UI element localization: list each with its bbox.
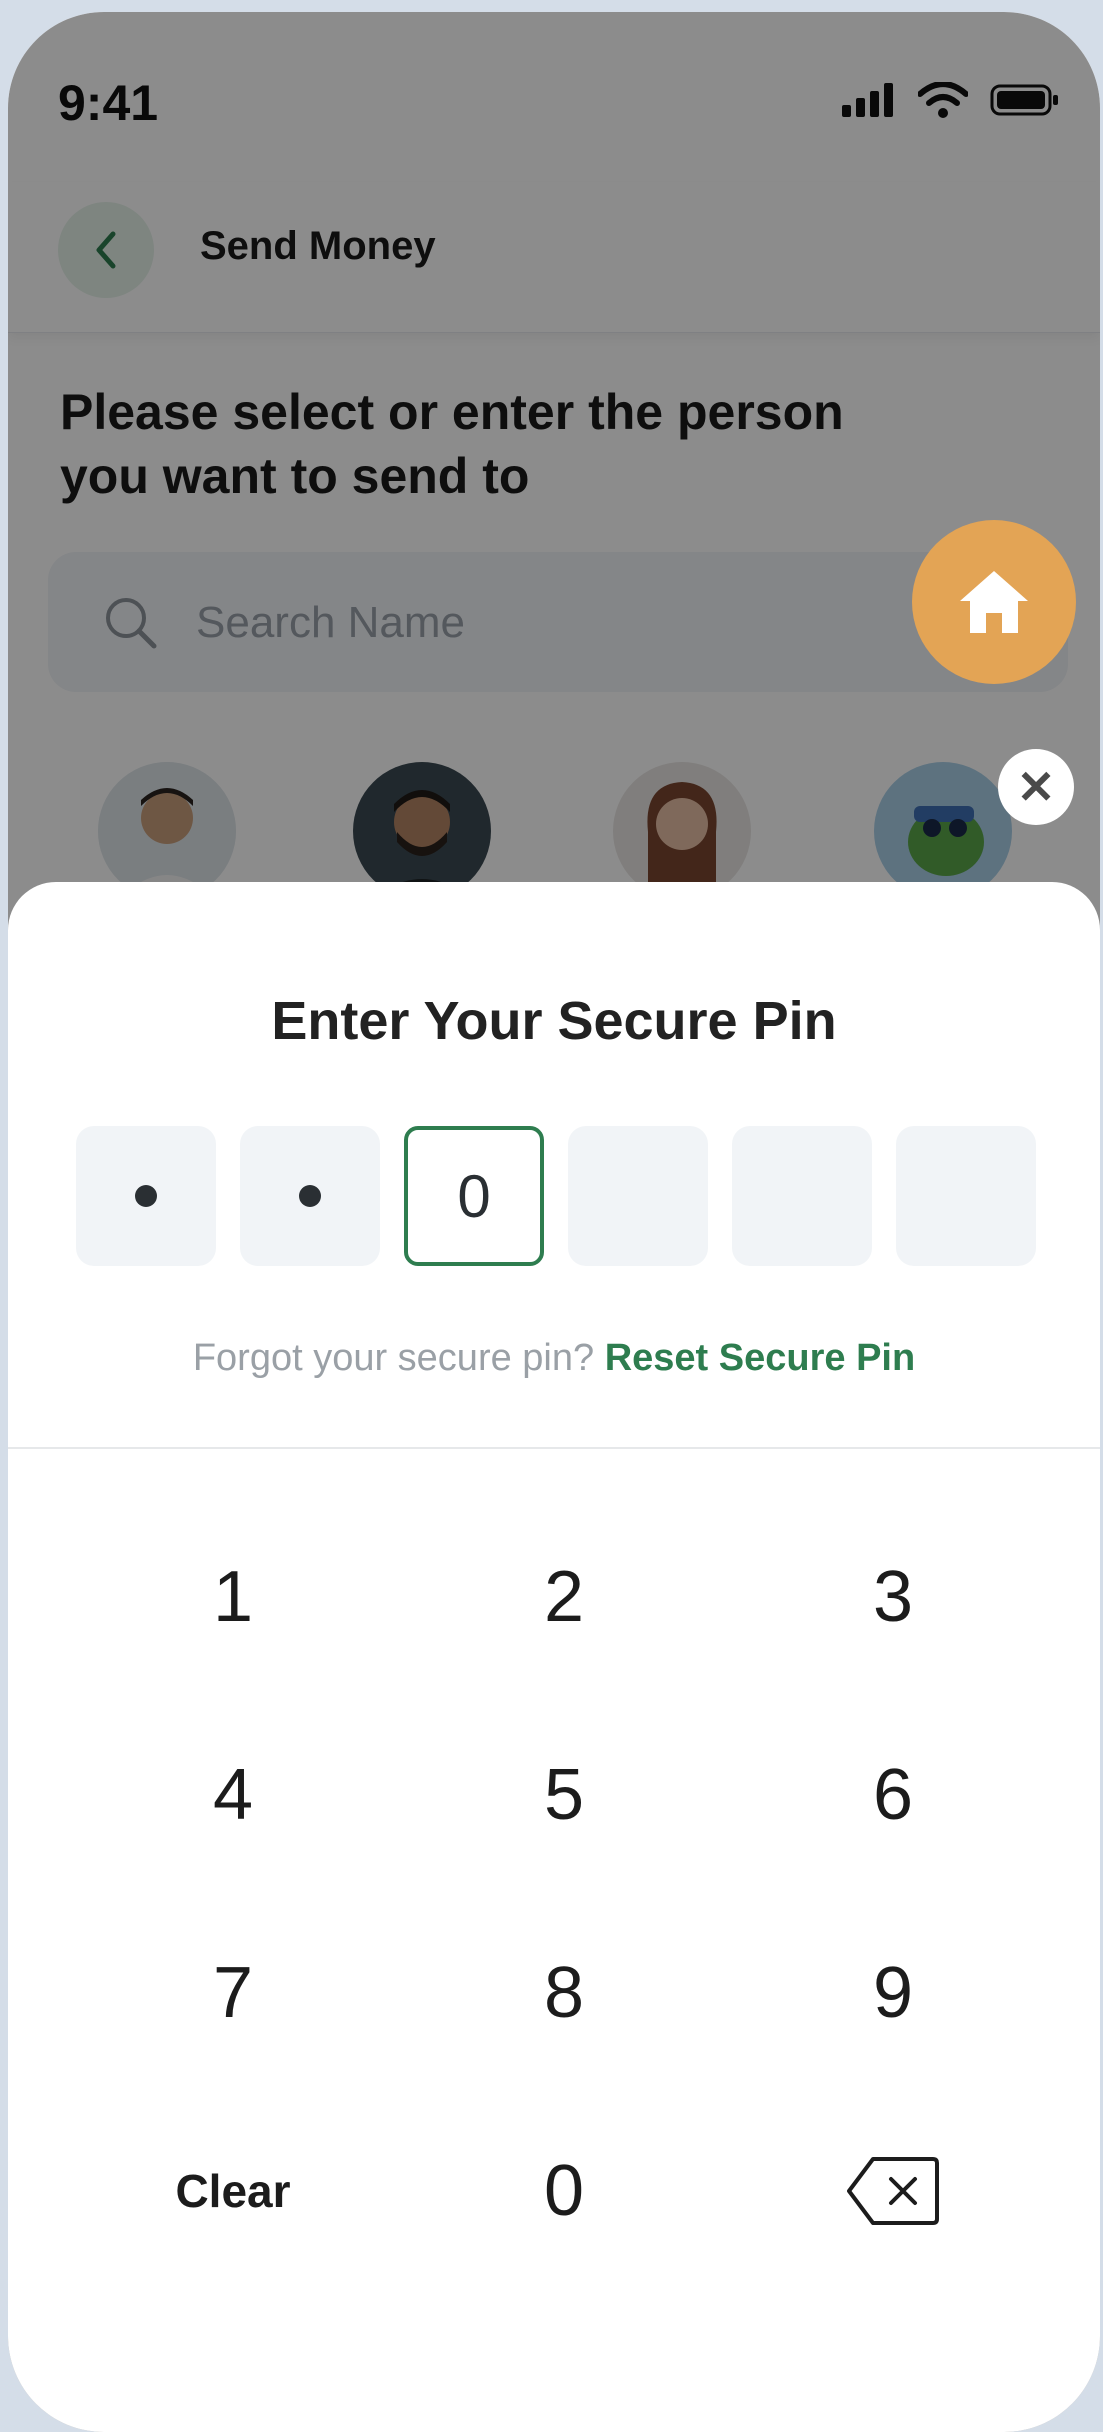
key-5[interactable]: 5 (414, 1720, 714, 1870)
pin-dot (299, 1185, 321, 1207)
key-3[interactable]: 3 (743, 1522, 1043, 1672)
phone-frame: 9:41 Send Money Please select or enter t… (8, 12, 1100, 2432)
pin-input[interactable]: 0 (76, 1126, 1036, 1266)
pin-digit-filled[interactable] (240, 1126, 380, 1266)
pin-digit-value: 0 (457, 1162, 491, 1230)
close-icon: ✕ (1016, 761, 1056, 813)
clear-button[interactable]: Clear (83, 2116, 383, 2266)
pin-digit-active[interactable]: 0 (404, 1126, 544, 1266)
pin-bottom-sheet: Enter Your Secure Pin 0 Forgot your secu… (8, 882, 1100, 2432)
key-7[interactable]: 7 (83, 1918, 383, 2068)
home-button[interactable] (912, 520, 1076, 684)
backspace-icon (847, 2157, 939, 2225)
pin-dot (135, 1185, 157, 1207)
pin-digit-empty[interactable] (732, 1126, 872, 1266)
pin-digit-filled[interactable] (76, 1126, 216, 1266)
forgot-pin-text: Forgot your secure pin? (192, 1337, 595, 1379)
key-0[interactable]: 0 (414, 2116, 714, 2266)
pin-digit-empty[interactable] (568, 1126, 708, 1266)
forgot-pin-row: Forgot your secure pin? Reset Secure Pin (8, 1337, 1100, 1380)
key-9[interactable]: 9 (743, 1918, 1043, 2068)
close-button[interactable]: ✕ (998, 749, 1074, 825)
backspace-button[interactable] (743, 2116, 1043, 2266)
pin-digit-empty[interactable] (896, 1126, 1036, 1266)
divider (8, 1447, 1100, 1449)
key-2[interactable]: 2 (414, 1522, 714, 1672)
home-icon (960, 571, 1028, 633)
key-1[interactable]: 1 (83, 1522, 383, 1672)
key-6[interactable]: 6 (743, 1720, 1043, 1870)
key-8[interactable]: 8 (414, 1918, 714, 2068)
key-4[interactable]: 4 (83, 1720, 383, 1870)
sheet-title: Enter Your Secure Pin (271, 991, 837, 1051)
reset-pin-link[interactable]: Reset Secure Pin (605, 1337, 915, 1379)
